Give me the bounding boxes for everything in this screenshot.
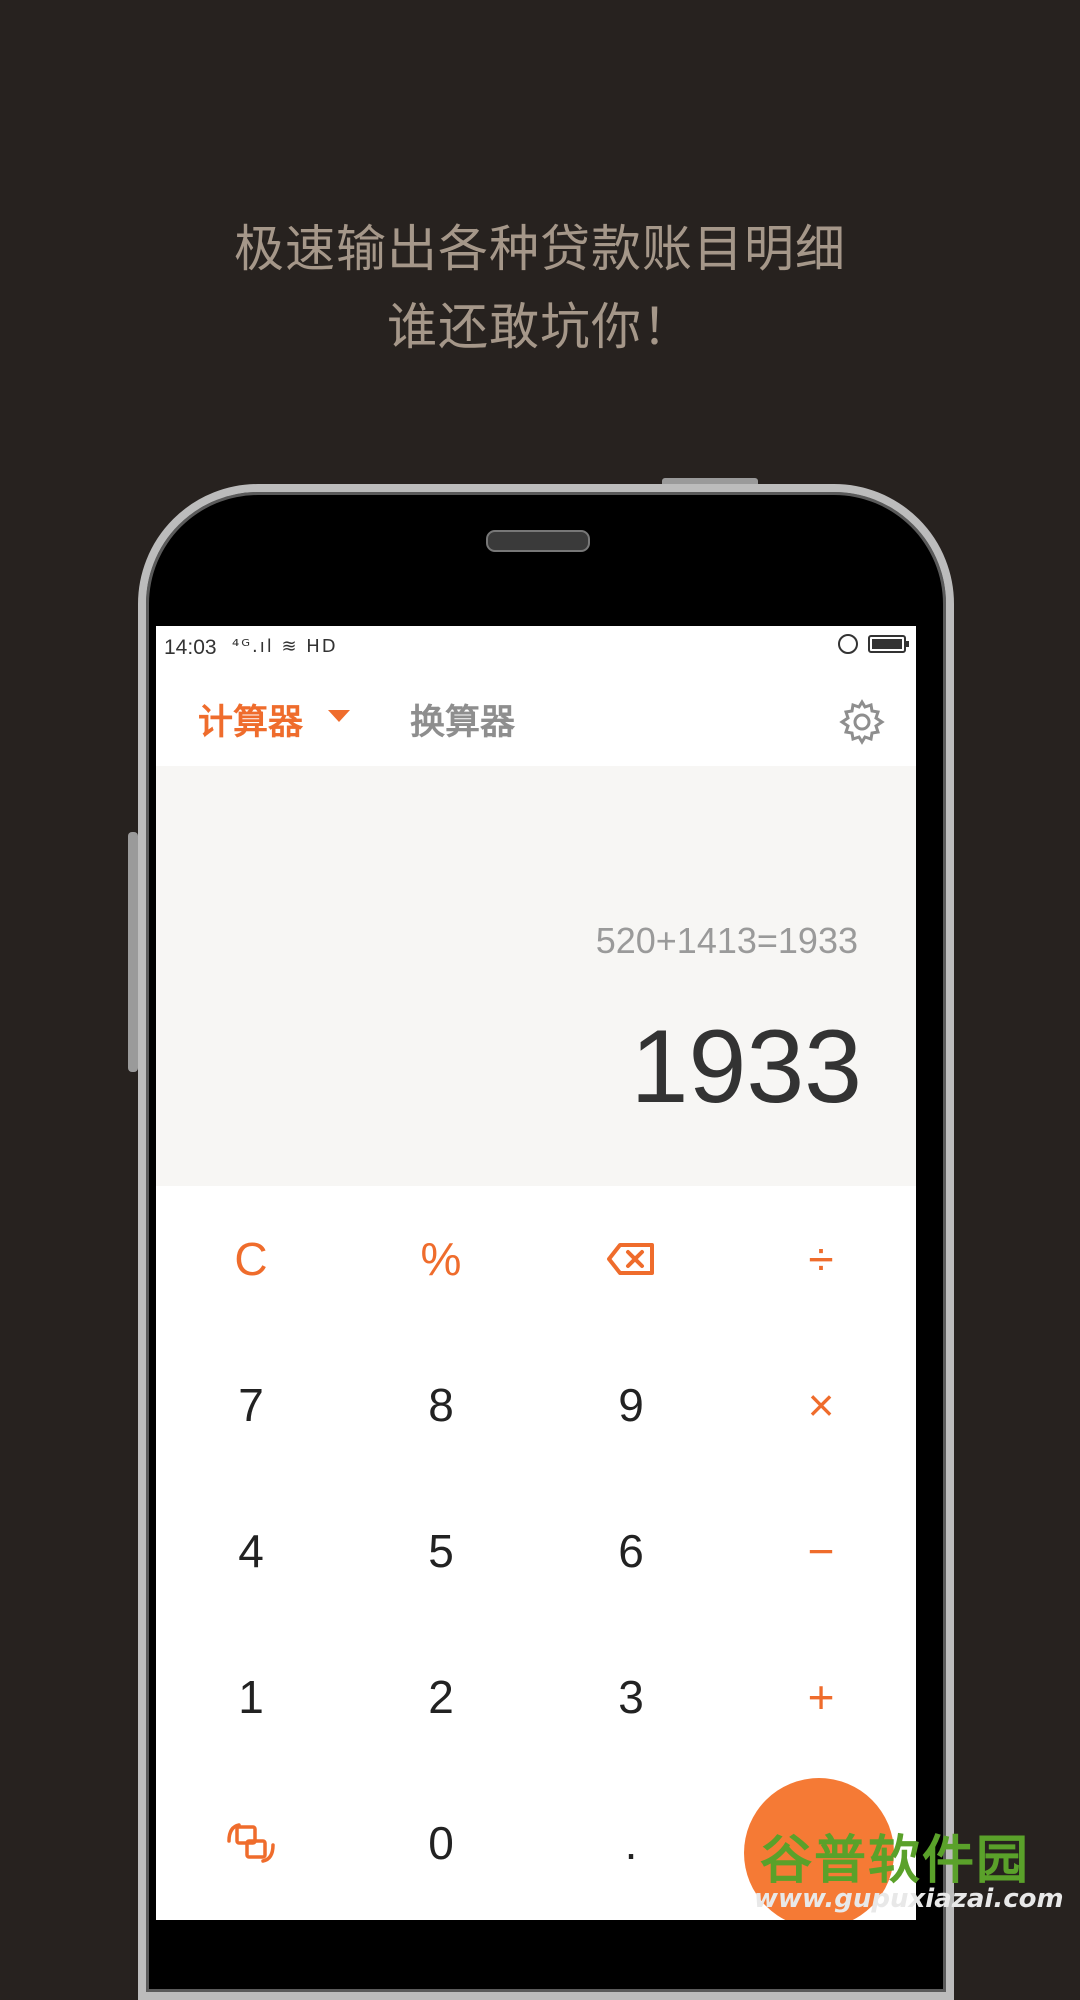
battery-icon [868, 635, 909, 653]
multiply-button[interactable]: × [726, 1332, 916, 1478]
digit-2-button[interactable]: 2 [346, 1624, 536, 1770]
digit-0-button[interactable]: 0 [346, 1770, 536, 1916]
watermark-url: www.gupuxiazai.com [754, 1884, 1064, 1914]
phone-screen: 14:03 ⁴ᴳ.ıl ≋ HD 计算器 换算器 520+1413=1933 1… [156, 626, 916, 1920]
backspace-icon [607, 1243, 654, 1275]
promo-line-1: 极速输出各种贷款账目明细 [234, 220, 846, 278]
rotation-lock-icon [838, 634, 858, 654]
digit-5-button[interactable]: 5 [346, 1478, 536, 1624]
digit-6-button[interactable]: 6 [536, 1478, 726, 1624]
digit-8-button[interactable]: 8 [346, 1332, 536, 1478]
digit-3-button[interactable]: 3 [536, 1624, 726, 1770]
swap-mode-icon [227, 1823, 275, 1863]
digit-7-button[interactable]: 7 [156, 1332, 346, 1478]
percent-button[interactable]: % [346, 1186, 536, 1332]
tab-bar: 计算器 换算器 [156, 670, 916, 766]
digit-1-button[interactable]: 1 [156, 1624, 346, 1770]
tab-calculator[interactable]: 计算器 [198, 694, 303, 745]
status-bar: 14:03 ⁴ᴳ.ıl ≋ HD [156, 626, 916, 670]
result-text: 1933 [630, 1009, 862, 1125]
dropdown-arrow-icon[interactable] [328, 710, 350, 722]
tab-converter[interactable]: 换算器 [410, 694, 515, 745]
promo-text: 极速输出各种贷款账目明细 谁还敢坑你！ [0, 210, 1080, 366]
promo-line-2: 谁还敢坑你！ [387, 298, 693, 356]
plus-button[interactable]: + [726, 1624, 916, 1770]
digit-9-button[interactable]: 9 [536, 1332, 726, 1478]
decimal-button[interactable]: . [536, 1770, 726, 1916]
signal-wifi-hd-icons: ⁴ᴳ.ıl ≋ HD [232, 636, 338, 657]
clear-button[interactable]: C [156, 1186, 346, 1332]
settings-gear-icon[interactable] [838, 698, 886, 746]
backspace-button[interactable] [536, 1186, 726, 1332]
status-right [838, 634, 909, 654]
watermark-title: 谷普软件园 [760, 1831, 1031, 1891]
calculator-display: 520+1413=1933 1933 [156, 766, 916, 1186]
phone-speaker [486, 530, 590, 552]
status-time: 14:03 [164, 636, 217, 659]
digit-4-button[interactable]: 4 [156, 1478, 346, 1624]
minus-button[interactable]: − [726, 1478, 916, 1624]
divide-button[interactable]: ÷ [726, 1186, 916, 1332]
mode-switch-button[interactable] [156, 1770, 346, 1916]
expression-text: 520+1413=1933 [595, 920, 858, 961]
phone-volume-button [128, 832, 138, 1072]
